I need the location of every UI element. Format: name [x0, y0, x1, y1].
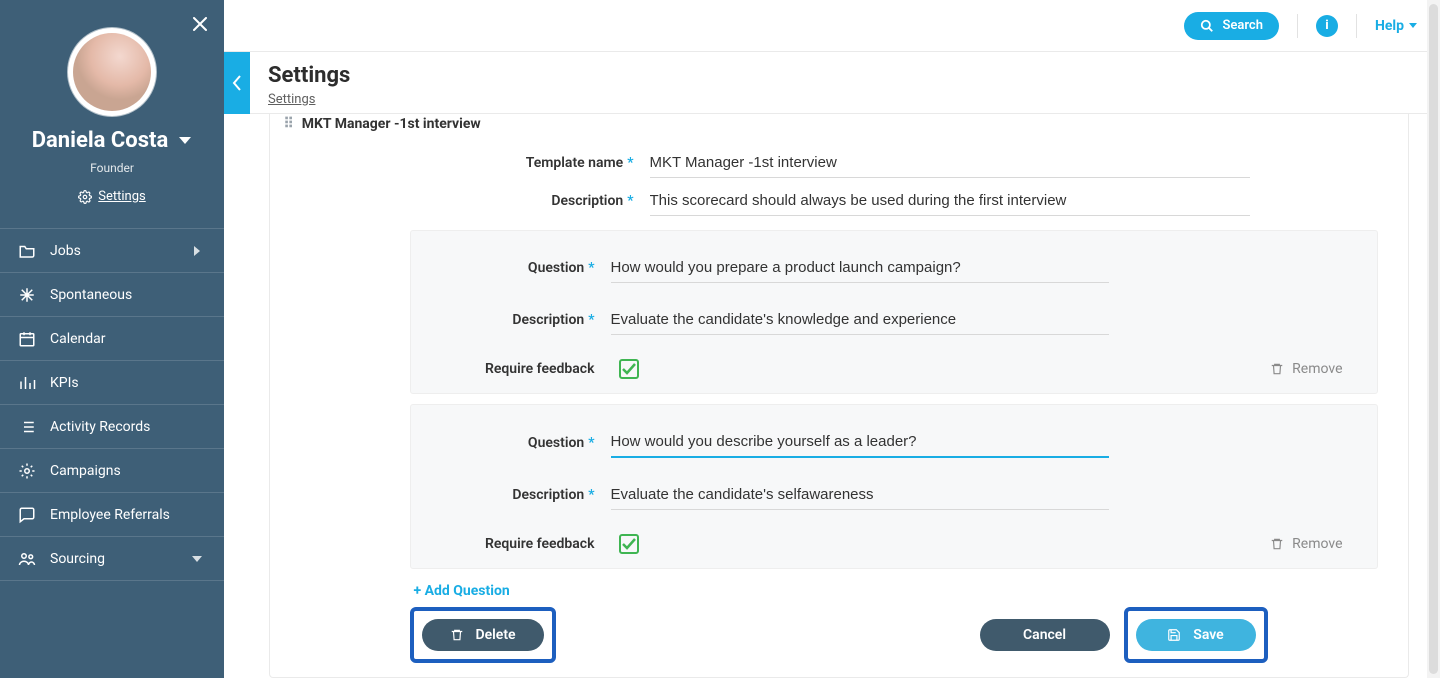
nav-label: Activity Records [50, 419, 206, 435]
scrollbar[interactable] [1427, 0, 1440, 678]
question-desc-label: Description* [441, 312, 611, 328]
cancel-label: Cancel [1023, 627, 1066, 643]
user-settings-label: Settings [98, 189, 145, 204]
nav-item-kpis[interactable]: KPIs [0, 361, 224, 405]
close-icon[interactable] [190, 14, 210, 34]
require-feedback-checkbox[interactable] [619, 359, 639, 379]
search-label: Search [1222, 18, 1263, 33]
nav-label: Spontaneous [50, 287, 206, 303]
asterisk-icon [18, 286, 36, 304]
question-card: Question* Description* Require feedback [410, 230, 1378, 394]
delete-button[interactable]: Delete [422, 619, 544, 651]
page-header: Settings Settings [224, 52, 1427, 114]
nav-item-jobs[interactable]: Jobs [0, 229, 224, 273]
topbar: Search i Help [224, 0, 1440, 52]
chevron-left-icon [232, 75, 242, 91]
user-name[interactable]: Daniela Costa [0, 128, 224, 153]
gear-icon [78, 190, 92, 204]
nav-item-activity-records[interactable]: Activity Records [0, 405, 224, 449]
require-feedback-label: Require feedback [441, 361, 611, 377]
search-button[interactable]: Search [1184, 12, 1279, 40]
question-desc-input[interactable] [611, 305, 1109, 335]
highlight-save: Save [1124, 607, 1268, 663]
template-name-input[interactable] [650, 148, 1250, 178]
campaign-icon [18, 462, 36, 480]
user-settings-link[interactable]: Settings [0, 189, 224, 204]
template-header-label: MKT Manager -1st interview [302, 116, 481, 132]
separator [1297, 14, 1298, 38]
template-header: ⠿ MKT Manager -1st interview [270, 114, 1408, 134]
nav-item-spontaneous[interactable]: Spontaneous [0, 273, 224, 317]
trash-icon [450, 627, 464, 643]
avatar[interactable] [68, 28, 156, 116]
chevron-down-icon [178, 136, 192, 146]
breadcrumb[interactable]: Settings [268, 92, 315, 107]
delete-label: Delete [476, 627, 516, 643]
main: ⠿ MKT Manager -1st interview Template na… [250, 114, 1427, 678]
question-desc-input[interactable] [611, 480, 1109, 510]
trash-icon [1270, 536, 1284, 552]
chat-icon [18, 506, 36, 524]
add-question-button[interactable]: + Add Question [414, 583, 1408, 599]
question-desc-label: Description* [441, 487, 611, 503]
info-icon[interactable]: i [1316, 15, 1338, 37]
template-name-label: Template name* [410, 155, 650, 171]
people-icon [18, 550, 36, 568]
nav-label: Employee Referrals [50, 507, 206, 523]
collapse-sidebar-button[interactable] [224, 52, 250, 114]
search-icon [1200, 19, 1214, 33]
question-card: Question* Description* Require feedback [410, 404, 1378, 569]
check-icon [622, 538, 636, 550]
question-label: Question* [441, 260, 611, 276]
user-name-label: Daniela Costa [32, 128, 169, 153]
calendar-icon [18, 330, 36, 348]
user-role: Founder [0, 161, 224, 175]
nav-item-sourcing[interactable]: Sourcing [0, 537, 224, 581]
chevron-down-icon [1408, 22, 1418, 29]
help-label: Help [1375, 18, 1404, 34]
chevron-down-icon [188, 555, 206, 563]
drag-icon[interactable]: ⠿ [284, 116, 292, 132]
remove-question-button[interactable]: Remove [1270, 361, 1346, 377]
question-label: Question* [441, 435, 611, 451]
help-menu[interactable]: Help [1375, 18, 1418, 34]
sidebar: Daniela Costa Founder Settings Jobs Spon… [0, 0, 224, 678]
nav-label: Campaigns [50, 463, 206, 479]
question-input[interactable] [611, 253, 1109, 283]
folder-icon [18, 242, 36, 260]
nav-item-calendar[interactable]: Calendar [0, 317, 224, 361]
nav-item-campaigns[interactable]: Campaigns [0, 449, 224, 493]
nav-label: KPIs [50, 375, 206, 391]
nav-label: Sourcing [50, 551, 174, 567]
question-input[interactable] [611, 427, 1109, 458]
separator [1356, 14, 1357, 38]
template-desc-label: Description* [410, 193, 650, 209]
list-icon [18, 418, 36, 436]
nav-item-employee-referrals[interactable]: Employee Referrals [0, 493, 224, 537]
highlight-delete: Delete [410, 607, 556, 663]
save-button[interactable]: Save [1136, 619, 1256, 651]
remove-label: Remove [1292, 361, 1342, 377]
remove-label: Remove [1292, 536, 1342, 552]
trash-icon [1270, 361, 1284, 377]
nav-label: Jobs [50, 243, 174, 259]
template-desc-input[interactable] [650, 186, 1250, 216]
page-title: Settings [268, 63, 350, 88]
save-icon [1167, 628, 1181, 642]
chevron-right-icon [188, 245, 206, 257]
require-feedback-checkbox[interactable] [619, 534, 639, 554]
save-label: Save [1193, 627, 1223, 643]
require-feedback-label: Require feedback [441, 536, 611, 552]
cancel-button[interactable]: Cancel [980, 619, 1110, 651]
check-icon [622, 363, 636, 375]
bars-icon [18, 374, 36, 392]
nav: Jobs Spontaneous Calendar KPIs Activity … [0, 228, 224, 581]
remove-question-button[interactable]: Remove [1270, 536, 1346, 552]
template-panel: ⠿ MKT Manager -1st interview Template na… [269, 114, 1409, 678]
nav-label: Calendar [50, 331, 206, 347]
